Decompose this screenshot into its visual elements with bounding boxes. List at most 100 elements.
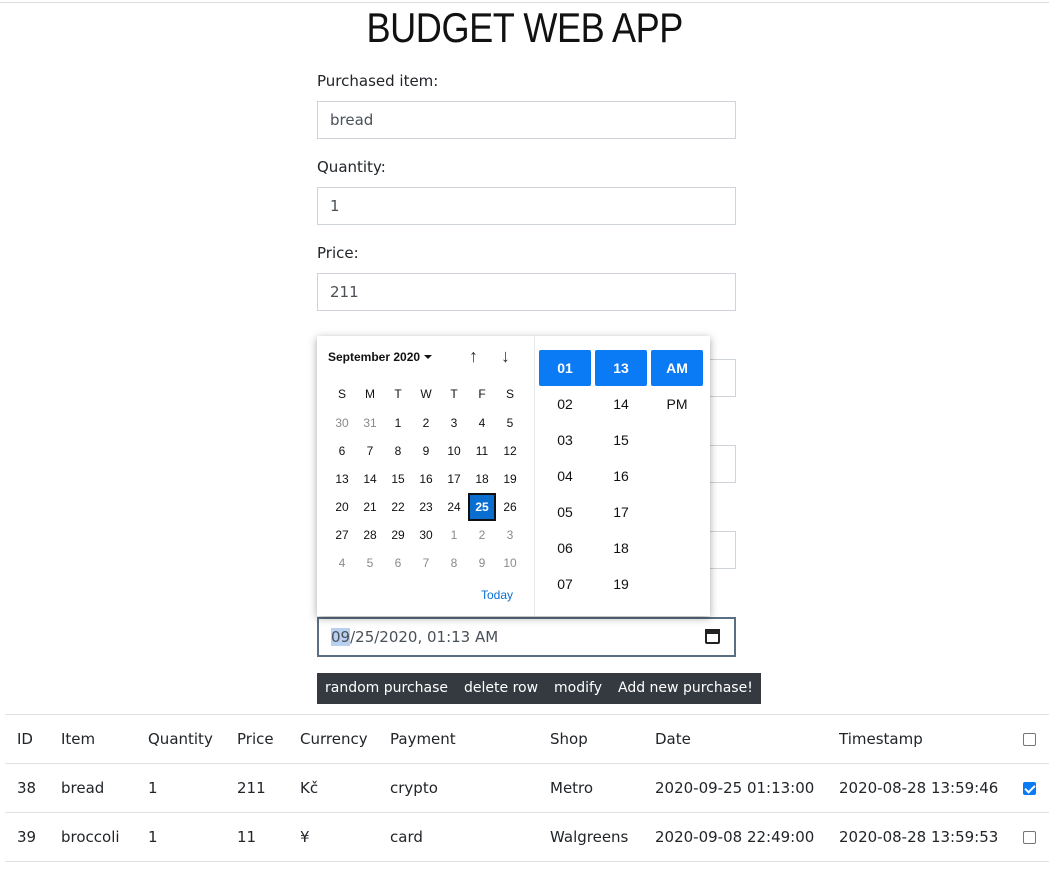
calendar-day[interactable]: 19 bbox=[496, 465, 524, 493]
hour-option[interactable]: 06 bbox=[539, 530, 591, 566]
hour-option[interactable]: 02 bbox=[539, 386, 591, 422]
calendar-day[interactable]: 30 bbox=[328, 409, 356, 437]
column-header: Shop bbox=[550, 730, 588, 748]
calendar-day[interactable]: 12 bbox=[496, 437, 524, 465]
datetime-rest: /25/2020, 01:13 AM bbox=[350, 628, 499, 646]
calendar-day[interactable]: 24 bbox=[440, 493, 468, 521]
calendar-day[interactable]: 10 bbox=[440, 437, 468, 465]
cell-id: 38 bbox=[17, 779, 37, 797]
calendar-day[interactable]: 21 bbox=[356, 493, 384, 521]
quantity-input[interactable]: 1 bbox=[317, 187, 736, 225]
weekday-header: M bbox=[365, 387, 375, 401]
cell-price: 211 bbox=[237, 779, 266, 797]
calendar-day[interactable]: 25 bbox=[468, 493, 496, 521]
calendar-icon[interactable] bbox=[705, 629, 720, 644]
calendar-day[interactable]: 3 bbox=[496, 521, 524, 549]
calendar-day[interactable]: 6 bbox=[384, 549, 412, 577]
table-row[interactable]: 39 broccoli 1 11 ¥ card Walgreens 2020-09-08 22… bbox=[5, 812, 1049, 861]
hour-option[interactable]: 03 bbox=[539, 422, 591, 458]
weekday-header: F bbox=[478, 387, 486, 401]
price-input[interactable]: 211 bbox=[317, 273, 736, 311]
datetime-month-segment[interactable]: 09 bbox=[331, 628, 351, 646]
calendar-day[interactable]: 9 bbox=[412, 437, 440, 465]
minute-option[interactable]: 19 bbox=[595, 566, 647, 602]
column-header: Currency bbox=[300, 730, 368, 748]
calendar-day[interactable]: 20 bbox=[328, 493, 356, 521]
caret-down-icon bbox=[424, 355, 433, 359]
hour-option[interactable]: 01 bbox=[539, 350, 591, 386]
calendar-day[interactable]: 8 bbox=[440, 549, 468, 577]
minute-option[interactable]: 13 bbox=[595, 350, 647, 386]
minute-option[interactable]: 17 bbox=[595, 494, 647, 530]
row-checkbox[interactable] bbox=[1023, 782, 1036, 795]
calendar-day[interactable]: 31 bbox=[356, 409, 384, 437]
datetime-picker: September 2020 ↑ ↓ S M T W T F S 30 31 1 2 3 4 5 6 7 8 9 1… bbox=[317, 336, 710, 616]
hour-option[interactable]: 05 bbox=[539, 494, 591, 530]
calendar-day[interactable]: 29 bbox=[384, 521, 412, 549]
calendar-day[interactable]: 5 bbox=[356, 549, 384, 577]
calendar-day[interactable]: 7 bbox=[356, 437, 384, 465]
calendar-day[interactable]: 14 bbox=[356, 465, 384, 493]
datetime-input[interactable]: 09/25/2020, 01:13 AM bbox=[317, 617, 736, 657]
calendar-day[interactable]: 16 bbox=[412, 465, 440, 493]
column-header: Payment bbox=[390, 730, 456, 748]
calendar-day[interactable]: 4 bbox=[468, 409, 496, 437]
calendar-day[interactable]: 8 bbox=[384, 437, 412, 465]
action-button-group: random purchase delete row modify Add ne… bbox=[317, 673, 761, 704]
calendar-day[interactable]: 1 bbox=[440, 521, 468, 549]
arrow-down-icon[interactable]: ↓ bbox=[501, 346, 510, 367]
calendar-day[interactable]: 17 bbox=[440, 465, 468, 493]
modify-button[interactable]: modify bbox=[546, 673, 610, 704]
picker-divider bbox=[534, 336, 535, 616]
calendar-day[interactable]: 9 bbox=[468, 549, 496, 577]
arrow-up-icon[interactable]: ↑ bbox=[469, 346, 478, 367]
calendar-day[interactable]: 1 bbox=[384, 409, 412, 437]
minute-option[interactable]: 14 bbox=[595, 386, 647, 422]
minute-option[interactable]: 16 bbox=[595, 458, 647, 494]
table-row[interactable]: 38 bread 1 211 Kč crypto Metro 2020-09-25 01:13… bbox=[5, 763, 1049, 812]
random-purchase-button[interactable]: random purchase bbox=[317, 673, 457, 704]
calendar-day[interactable]: 10 bbox=[496, 549, 524, 577]
calendar-day[interactable]: 18 bbox=[468, 465, 496, 493]
calendar-day[interactable]: 13 bbox=[328, 465, 356, 493]
cell-price: 11 bbox=[237, 828, 257, 846]
delete-row-button[interactable]: delete row bbox=[456, 673, 547, 704]
row-checkbox[interactable] bbox=[1023, 831, 1036, 844]
calendar-day[interactable]: 11 bbox=[468, 437, 496, 465]
calendar-day[interactable]: 3 bbox=[440, 409, 468, 437]
month-dropdown[interactable]: September 2020 bbox=[328, 350, 433, 364]
select-all-checkbox[interactable] bbox=[1023, 733, 1036, 746]
calendar-day[interactable]: 30 bbox=[412, 521, 440, 549]
cell-payment: card bbox=[390, 828, 423, 846]
cell-quantity: 1 bbox=[148, 779, 158, 797]
calendar-day[interactable]: 28 bbox=[356, 521, 384, 549]
today-link[interactable]: Today bbox=[481, 588, 513, 602]
item-input[interactable]: bread bbox=[317, 101, 736, 139]
calendar-day[interactable]: 5 bbox=[496, 409, 524, 437]
calendar-day[interactable]: 4 bbox=[328, 549, 356, 577]
column-header: ID bbox=[17, 730, 33, 748]
ampm-option[interactable]: AM bbox=[651, 350, 703, 386]
calendar-day[interactable]: 23 bbox=[412, 493, 440, 521]
calendar-day[interactable]: 26 bbox=[496, 493, 524, 521]
minute-option[interactable]: 18 bbox=[595, 530, 647, 566]
calendar-day[interactable]: 22 bbox=[384, 493, 412, 521]
weekday-header: T bbox=[394, 387, 402, 401]
calendar-day[interactable]: 6 bbox=[328, 437, 356, 465]
cell-shop: Walgreens bbox=[550, 828, 629, 846]
price-label: Price: bbox=[317, 244, 359, 262]
calendar-day[interactable]: 7 bbox=[412, 549, 440, 577]
hour-option[interactable]: 04 bbox=[539, 458, 591, 494]
calendar-day[interactable]: 2 bbox=[412, 409, 440, 437]
cell-payment: crypto bbox=[390, 779, 438, 797]
hour-option[interactable]: 07 bbox=[539, 566, 591, 602]
calendar-day[interactable]: 2 bbox=[468, 521, 496, 549]
cell-currency: Kč bbox=[300, 779, 319, 797]
calendar-day[interactable]: 27 bbox=[328, 521, 356, 549]
weekday-header: T bbox=[450, 387, 458, 401]
ampm-option[interactable]: PM bbox=[651, 386, 703, 422]
add-purchase-button[interactable]: Add new purchase! bbox=[610, 673, 761, 704]
cell-timestamp: 2020-08-28 13:59:53 bbox=[839, 828, 999, 846]
minute-option[interactable]: 15 bbox=[595, 422, 647, 458]
calendar-day[interactable]: 15 bbox=[384, 465, 412, 493]
